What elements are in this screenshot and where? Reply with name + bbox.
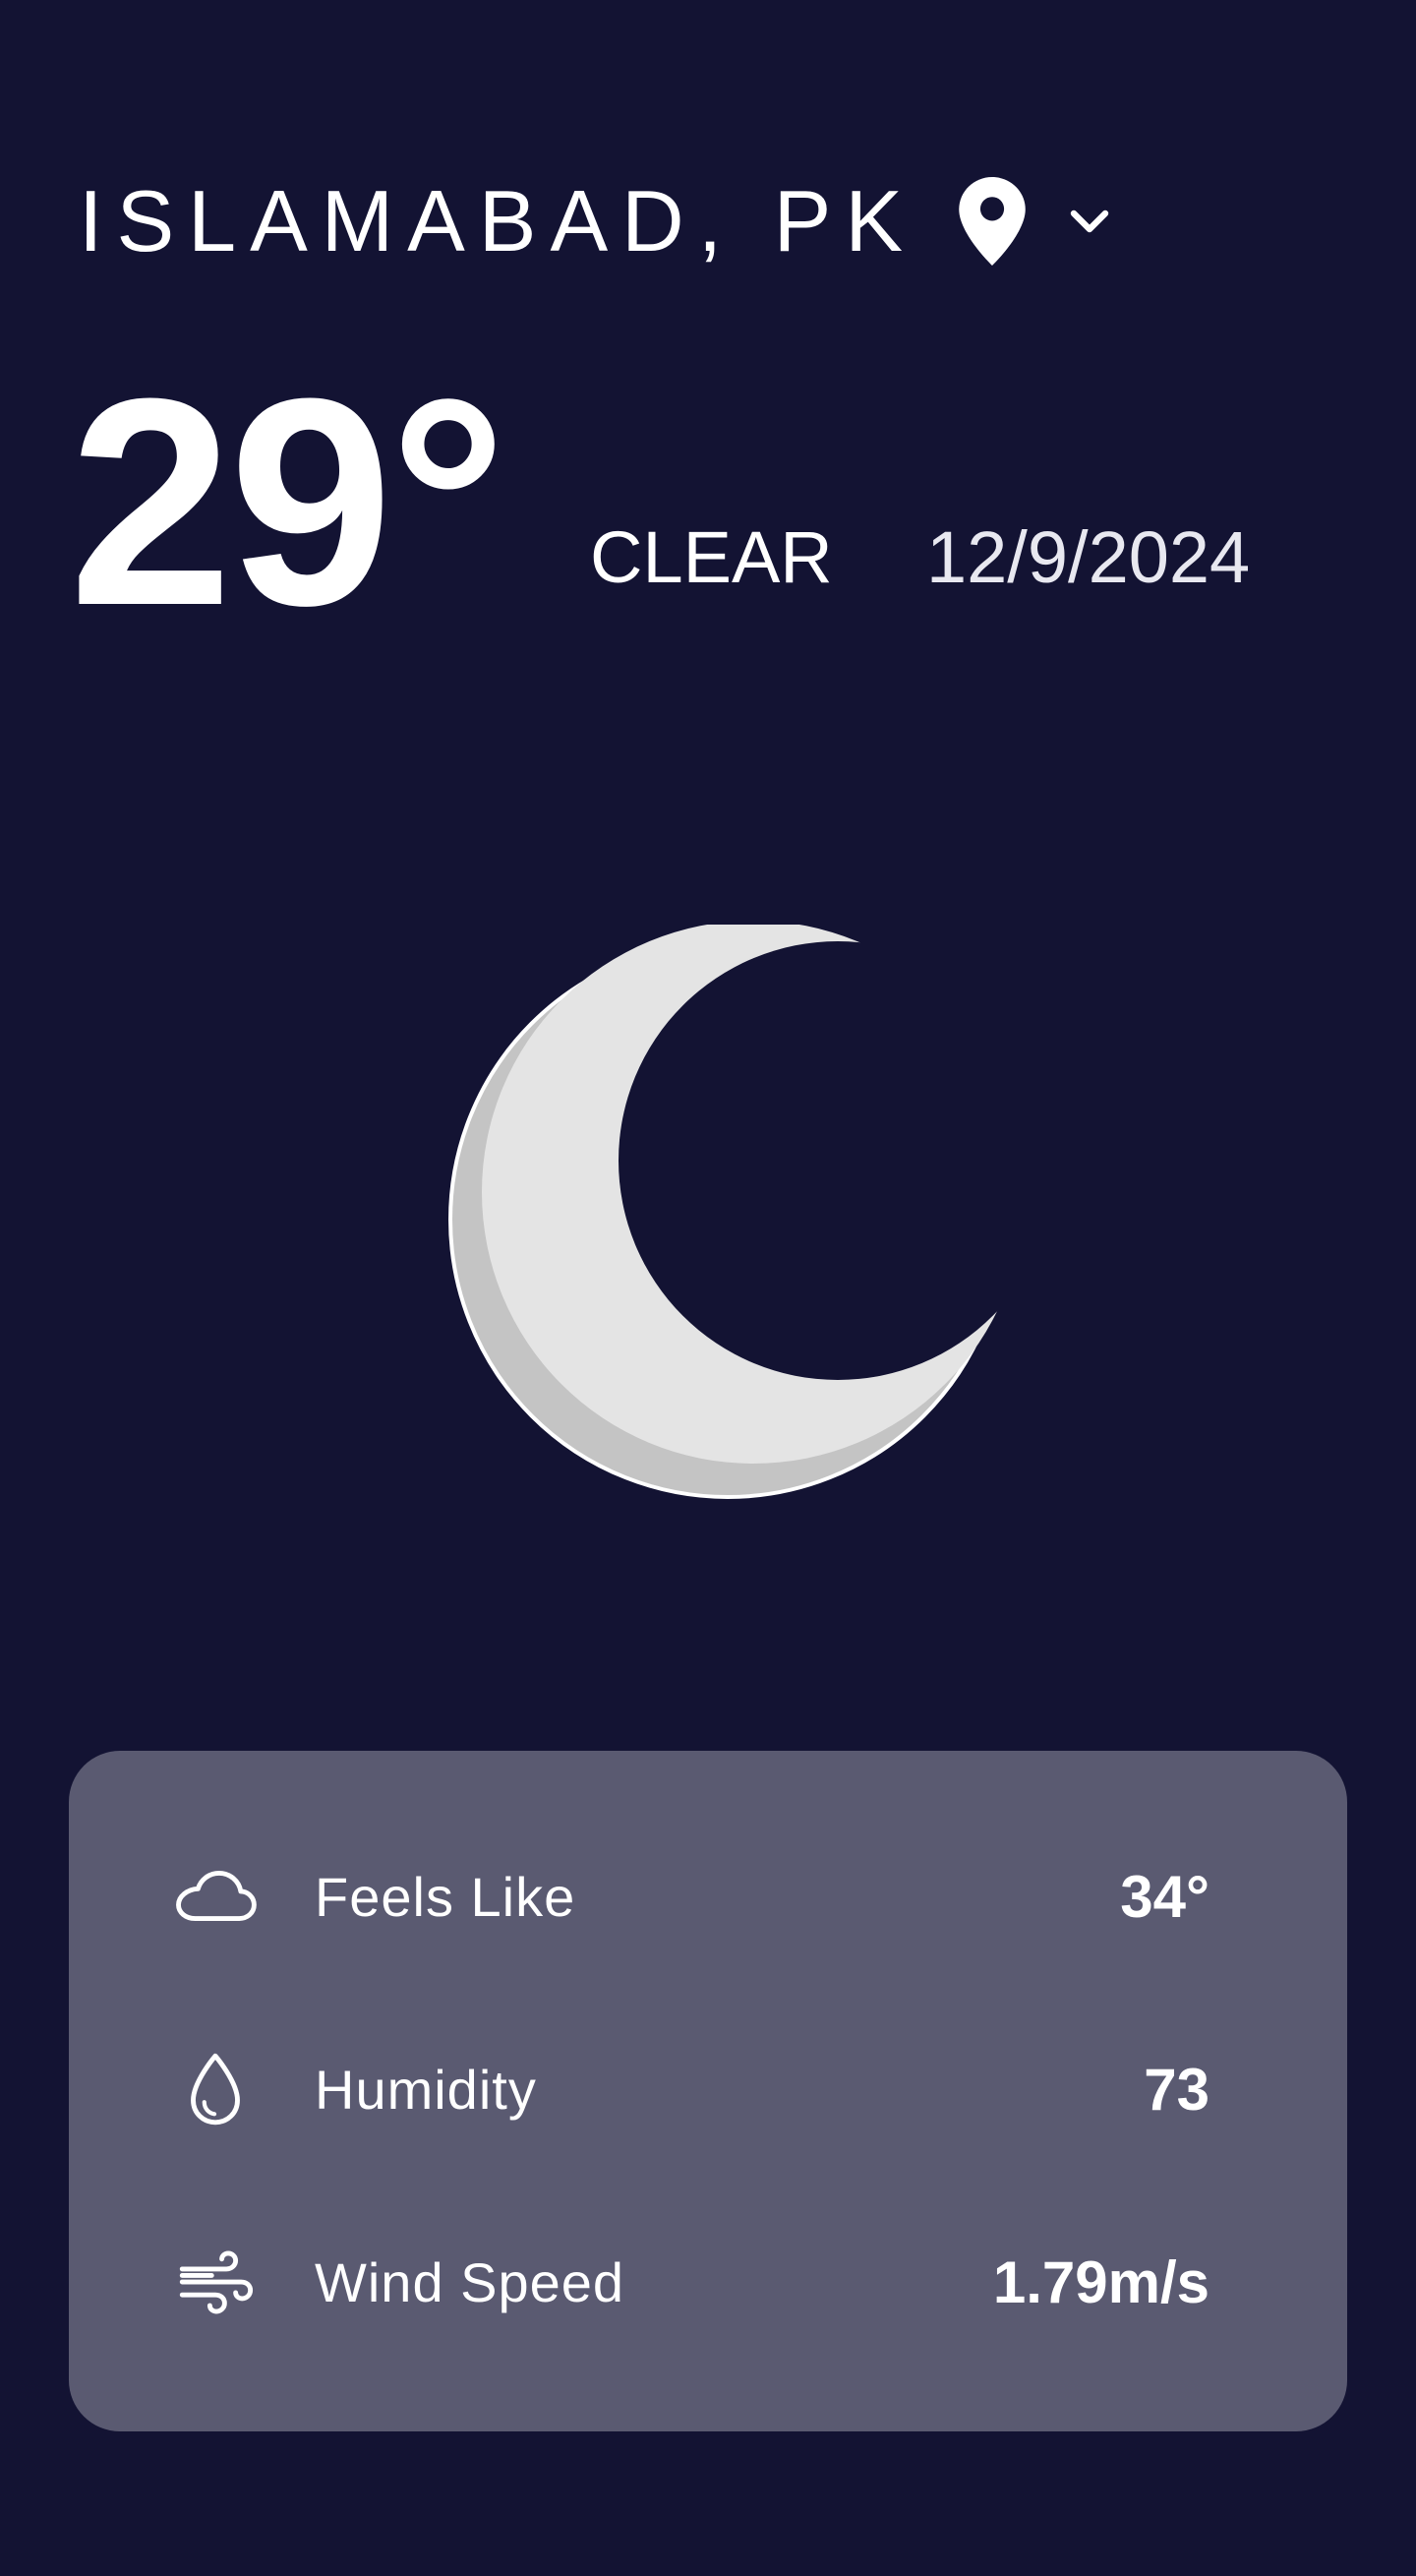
detail-row-humidity: Humidity 73 <box>69 2030 1347 2148</box>
wind-speed-label: Wind Speed <box>315 2250 625 2313</box>
humidity-label: Humidity <box>315 2058 537 2121</box>
current-date: 12/9/2024 <box>926 516 1251 598</box>
map-pin-icon[interactable] <box>958 177 1027 266</box>
water-drop-icon <box>171 2045 260 2133</box>
current-temperature: 29° <box>69 336 507 667</box>
feels-like-value: 34° <box>1120 1863 1210 1930</box>
city-name: ISLAMABAD, PK <box>79 172 917 270</box>
detail-row-wind-speed: Wind Speed 1.79m/s <box>69 2223 1347 2341</box>
weather-details-card: Feels Like 34° Humidity 73 Wind Speed 1.… <box>69 1751 1347 2431</box>
crescent-moon-icon <box>433 921 1025 1515</box>
weather-condition: CLEAR <box>590 516 833 598</box>
detail-row-feels-like: Feels Like 34° <box>69 1837 1347 1955</box>
cloud-icon <box>171 1852 260 1941</box>
chevron-down-icon[interactable] <box>1066 198 1113 245</box>
location-header: ISLAMABAD, PK <box>79 167 1113 275</box>
feels-like-label: Feels Like <box>315 1865 576 1928</box>
wind-speed-value: 1.79m/s <box>992 2248 1210 2315</box>
wind-icon <box>171 2238 260 2326</box>
humidity-value: 73 <box>1144 2056 1210 2123</box>
